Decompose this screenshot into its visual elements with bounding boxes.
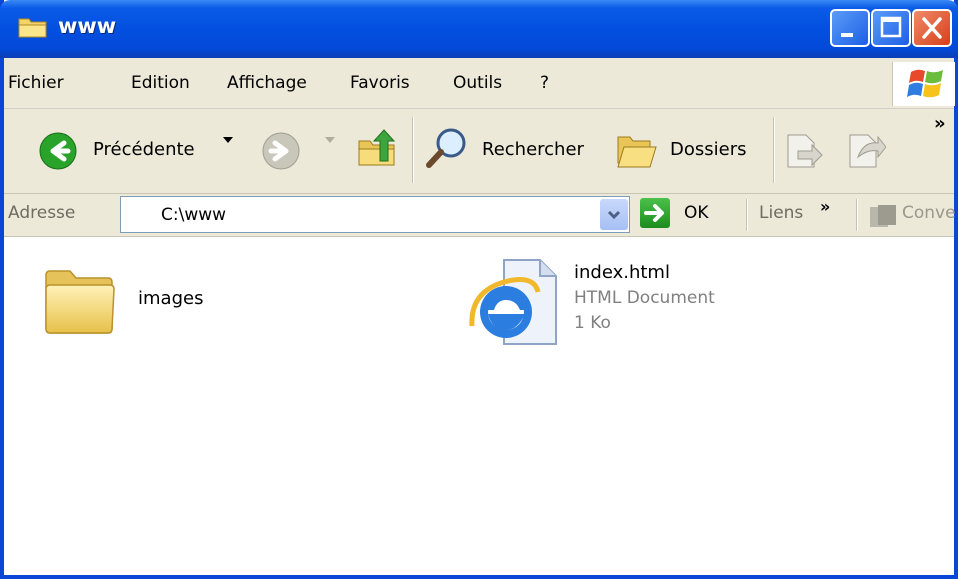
close-icon [922,17,942,39]
convert-icon[interactable] [868,203,898,229]
folder-up-icon[interactable] [356,127,400,171]
back-dropdown-icon[interactable] [223,137,233,143]
folder-icon [45,270,115,334]
menu-outils[interactable]: Outils [453,73,502,93]
file-list: images index.html HTML Document 1 Ko [4,237,954,575]
back-label: Précédente [93,139,195,160]
address-label: Adresse [8,203,76,223]
explorer-window: www Fichier Edition Affichage Favoris Ou… [0,0,958,579]
menu-help[interactable]: ? [540,73,549,93]
search-icon [426,128,466,168]
toolbar-more-chevron[interactable]: » [934,113,946,134]
back-arrow-icon [39,132,77,170]
folder-icon [18,18,47,38]
standard-toolbar: Précédente Rechercher Dossiers » [4,109,954,194]
search-label: Rechercher [482,139,584,160]
folders-label: Dossiers [670,139,747,160]
move-to-icon[interactable] [784,131,824,171]
toolbar-separator [773,117,775,183]
links-chevron[interactable]: » [820,197,830,216]
toolbar-separator [856,199,858,231]
menu-bar: Fichier Edition Affichage Favoris Outils… [4,58,955,109]
menu-fichier[interactable]: Fichier [8,73,64,93]
menu-affichage[interactable]: Affichage [227,73,307,93]
toolbar-separator [412,117,414,183]
go-arrow-icon [644,204,664,222]
item-name: images [138,288,204,309]
convert-label[interactable]: Conve [902,203,956,223]
menu-edition[interactable]: Edition [131,73,190,93]
forward-dropdown-icon [325,137,335,143]
address-field[interactable]: C:\www [120,196,630,233]
menu-favoris[interactable]: Favoris [350,73,410,93]
item-size: 1 Ko [574,313,611,333]
maximize-icon [880,16,902,38]
chevron-down-icon [607,210,621,220]
windows-logo [892,62,955,106]
title-bar[interactable]: www [0,0,958,58]
window-title: www [58,14,117,38]
item-name: index.html [574,262,670,283]
item-type: HTML Document [574,288,715,308]
go-label[interactable]: OK [684,203,709,223]
go-button[interactable] [640,198,670,228]
copy-to-icon[interactable] [842,131,886,171]
back-button[interactable]: Précédente [38,129,253,175]
list-item[interactable]: images [34,257,234,347]
minimize-icon [841,33,853,37]
address-bar: Adresse C:\www OK Liens » Conve [4,194,956,237]
internet-explorer-icon [469,259,557,345]
search-button[interactable]: Rechercher [424,125,599,175]
forward-arrow-icon[interactable] [261,131,301,171]
links-label: Liens [759,203,804,223]
folders-button[interactable]: Dossiers [616,125,761,175]
folders-icon [617,136,657,168]
address-value: C:\www [161,205,227,225]
maximize-button[interactable] [871,9,911,47]
minimize-button[interactable] [830,9,870,47]
toolbar-separator [746,199,748,231]
close-button[interactable] [912,9,952,47]
list-item[interactable]: index.html HTML Document 1 Ko [464,252,764,352]
address-dropdown-button[interactable] [600,199,628,230]
